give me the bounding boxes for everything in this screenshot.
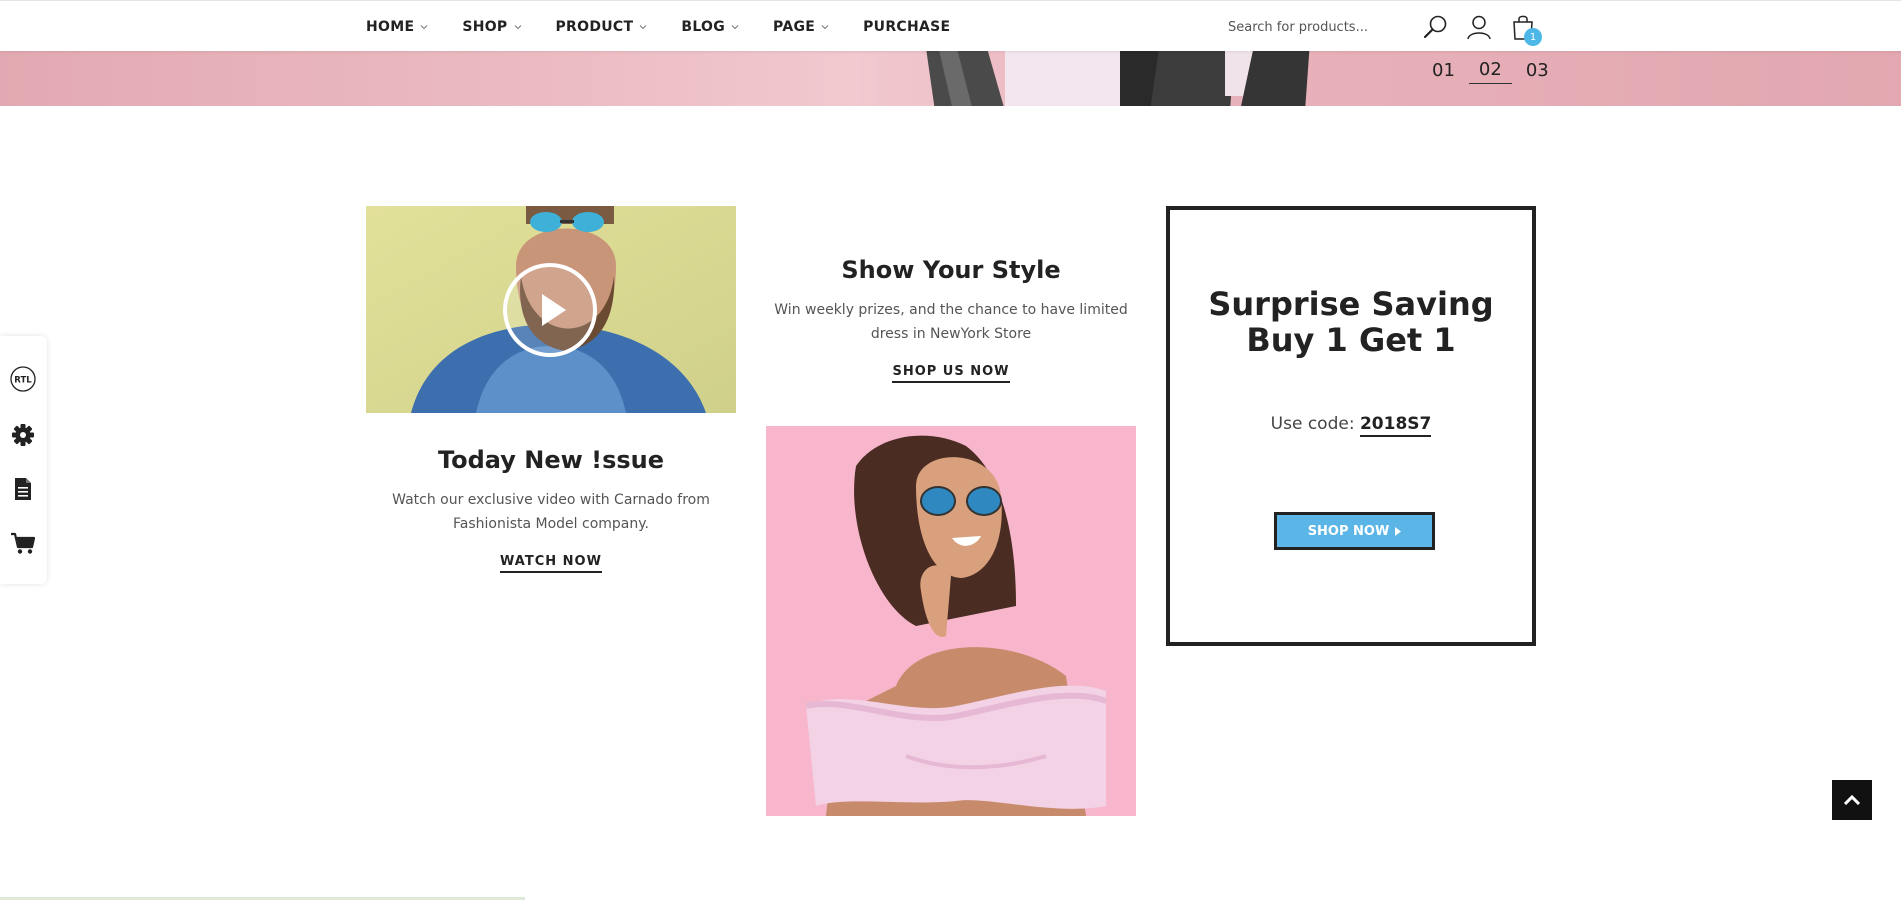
video-card-title: Today New !ssue [437,446,665,474]
nav-label: HOME [366,18,415,35]
nav-item-blog[interactable]: BLOG [681,19,739,35]
user-icon[interactable] [1465,13,1493,41]
nav-label: PRODUCT [555,18,634,35]
nav-label: BLOG [681,18,726,35]
document-icon[interactable] [10,476,36,502]
promo-code-line: Use code: 2018S7 [1170,414,1532,437]
caret-right-icon [1395,526,1402,536]
main-nav: HOME SHOP PRODUCT BLOG PAGE PURCHASE [366,1,984,52]
chevron-down-icon [640,24,647,29]
video-card-description: Watch our exclusive video with Carnado f… [392,492,710,532]
search-input[interactable] [1228,15,1398,39]
back-to-top-button[interactable] [1832,780,1872,820]
model-jacket-image [926,51,1310,106]
chevron-down-icon [514,24,521,29]
nav-label: SHOP [462,18,508,35]
video-card-text: Today New !ssue Watch our exclusive vide… [366,446,736,573]
rtl-label: RTL [14,376,32,386]
chevron-up-icon [1844,795,1860,805]
watch-now-link[interactable]: WATCH NOW [500,554,602,573]
gear-icon[interactable] [10,422,36,448]
model-pink-image [766,426,1136,816]
promo-code-label: Use code: [1270,414,1355,434]
nav-label: PAGE [773,18,816,35]
play-icon[interactable] [502,262,598,358]
shop-us-now-link[interactable]: SHOP US NOW [892,364,1010,383]
chevron-down-icon [821,24,829,29]
nav-item-shop[interactable]: SHOP [462,19,521,35]
countdown-timer: 01 02 03 [1432,59,1549,84]
nav-label: PURCHASE [863,18,951,35]
shop-now-label: SHOP NOW [1307,523,1390,539]
cart-icon[interactable] [10,530,36,556]
shop-now-button[interactable]: SHOP NOW [1274,512,1435,550]
style-card-title: Show Your Style [841,256,1061,284]
search-icon[interactable] [1421,13,1449,41]
countdown-value: 03 [1525,60,1549,81]
cart-count-badge: 1 [1524,28,1542,46]
nav-item-page[interactable]: PAGE [773,19,829,35]
chevron-down-icon [420,24,428,29]
promo-title-line1: Surprise Saving [1208,285,1494,323]
promo-code-value: 2018S7 [1359,414,1432,437]
nav-item-purchase[interactable]: PURCHASE [863,19,950,35]
nav-item-product[interactable]: PRODUCT [556,19,648,35]
nav-item-home[interactable]: HOME [366,19,428,35]
style-card-description: Win weekly prizes, and the chance to hav… [774,302,1128,342]
top-navbar: HOME SHOP PRODUCT BLOG PAGE PURCHASE Sea… [0,0,1901,51]
model-pink-illustration [766,426,1136,816]
promo-title: Surprise Saving Buy 1 Get 1 [1170,286,1532,358]
rtl-icon[interactable]: RTL [10,366,36,392]
promo-title-line2: Buy 1 Get 1 [1246,321,1456,359]
chevron-down-icon [731,24,739,29]
countdown-value: 02 [1468,59,1512,84]
style-card-text: Show Your Style Win weekly prizes, and t… [766,256,1136,383]
side-toolbar: RTL [0,336,47,584]
video-thumbnail[interactable] [366,206,736,413]
promo-box: Surprise Saving Buy 1 Get 1 Use code: 20… [1166,206,1536,646]
countdown-value: 01 [1432,60,1455,81]
hero-banner: 01 02 03 [0,51,1901,106]
